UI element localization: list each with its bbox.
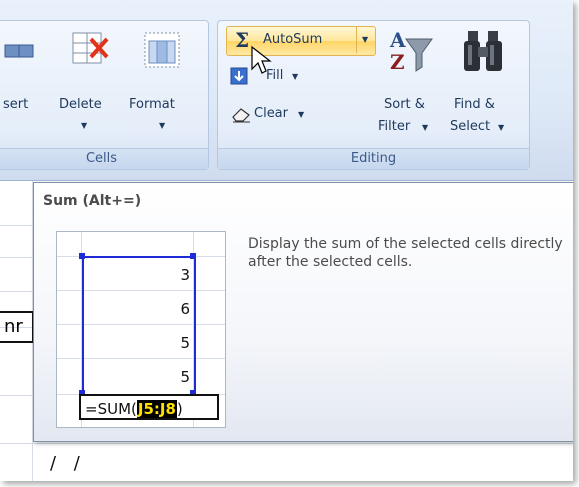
formula-range: J5:J8 (136, 400, 177, 418)
preview-value-2: 6 (180, 300, 190, 318)
insert-cells-icon (4, 44, 34, 58)
editing-group: Σ AutoSum ▼ Fill ▼ Clear ▼ A Z Sort & Fi… (217, 20, 530, 170)
selected-range: 3 6 5 5 (82, 256, 196, 398)
format-button[interactable]: Format ▼ (129, 25, 195, 145)
clear-button[interactable]: Clear ▼ (230, 101, 340, 127)
delete-button[interactable]: Delete ▼ (59, 25, 119, 145)
selection-handle (190, 253, 196, 259)
fill-dropdown-arrow: ▼ (292, 72, 299, 81)
sort-az-funnel-icon: A Z (389, 28, 433, 74)
delete-label: Delete (59, 97, 102, 112)
tooltip-description: Display the sum of the selected cells di… (248, 236, 563, 270)
preview-value-3: 5 (180, 334, 190, 352)
cells-group: sert Delete ▼ Format ▼ Cells (0, 20, 209, 170)
fill-down-icon (230, 67, 248, 85)
fill-button[interactable]: Fill ▼ (230, 63, 320, 89)
preview-value-4: 5 (180, 368, 190, 386)
excel-window: sert Delete ▼ Format ▼ Cells Σ AutoSum ▼… (0, 0, 573, 481)
partial-header-cell: nr (0, 311, 34, 343)
find-select-label-line2: Select (450, 119, 491, 134)
sort-filter-dropdown-arrow: ▼ (422, 123, 429, 132)
insert-label: sert (3, 97, 29, 112)
sum-preview-image: 3 6 5 5 =SUM(J5:J8) (56, 231, 226, 428)
tooltip-title: Sum (Alt+=) (43, 193, 142, 209)
delete-cells-icon (72, 32, 109, 64)
sort-filter-button[interactable]: A Z Sort & Filter ▼ (378, 25, 444, 145)
autosum-dropdown[interactable]: ▼ (356, 27, 375, 53)
format-dropdown-arrow[interactable]: ▼ (159, 121, 165, 130)
binoculars-icon (464, 31, 502, 71)
partial-header-text: nr (4, 316, 23, 337)
delete-dropdown-arrow[interactable]: ▼ (81, 121, 87, 130)
fill-label: Fill (266, 68, 284, 83)
svg-text:Z: Z (390, 50, 405, 74)
bottom-marks: / / (50, 453, 86, 474)
find-select-button[interactable]: Find & Select ▼ (450, 25, 522, 145)
selection-handle (79, 253, 85, 259)
cells-group-label: Cells (0, 148, 208, 169)
grid-line (0, 443, 573, 444)
sort-filter-label-line1: Sort & (384, 97, 425, 112)
ribbon: sert Delete ▼ Format ▼ Cells Σ AutoSum ▼… (0, 0, 573, 181)
find-select-label-line1: Find & (454, 97, 495, 112)
autosum-dropdown-arrow: ▼ (362, 35, 369, 44)
autosum-button[interactable]: Σ AutoSum ▼ (226, 26, 376, 56)
format-label: Format (129, 97, 175, 112)
sort-filter-label-line2: Filter (378, 119, 411, 134)
formula-prefix: =SUM( (85, 400, 137, 418)
formula-suffix: ) (176, 400, 183, 418)
editing-group-label: Editing (218, 148, 529, 169)
eraser-icon (232, 108, 250, 123)
sum-formula-cell: =SUM(J5:J8) (79, 394, 219, 420)
sigma-icon: Σ (235, 28, 250, 52)
format-cells-icon (144, 32, 180, 68)
clear-label: Clear (254, 106, 288, 121)
find-select-dropdown-arrow: ▼ (498, 123, 505, 132)
svg-text:A: A (389, 28, 406, 52)
preview-value-1: 3 (180, 266, 190, 284)
clear-dropdown-arrow: ▼ (298, 110, 305, 119)
insert-button[interactable]: sert (1, 25, 47, 115)
autosum-tooltip: Sum (Alt+=) Display the sum of the selec… (33, 182, 573, 442)
